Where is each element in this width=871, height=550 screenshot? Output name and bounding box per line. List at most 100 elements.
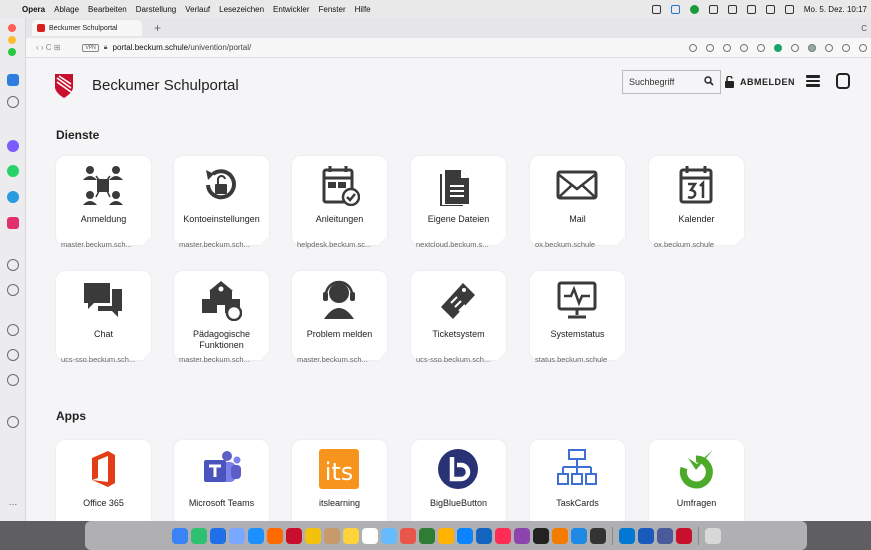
- battery-saver-icon[interactable]: [842, 43, 850, 52]
- player-icon[interactable]: [7, 259, 19, 271]
- portal-tile-umfragen[interactable]: Umfragen: [649, 440, 744, 521]
- hamburger-menu-icon[interactable]: [806, 75, 820, 87]
- dock-app-icon[interactable]: [399, 527, 416, 544]
- dock-app-icon[interactable]: [551, 527, 568, 544]
- dock-app-icon[interactable]: [323, 527, 340, 544]
- dock-app-icon[interactable]: [285, 527, 302, 544]
- menu-item-entwickler[interactable]: Entwickler: [273, 5, 309, 14]
- wifi-icon[interactable]: [746, 4, 756, 14]
- tab-active[interactable]: Beckumer Schulportal: [32, 20, 142, 36]
- menu-item-ablage[interactable]: Ablage: [54, 5, 79, 14]
- portal-tile-anleitungen[interactable]: Anleitungen helpdesk.beckum.sc...: [292, 156, 394, 252]
- portal-tile-taskcards[interactable]: TaskCards: [530, 440, 625, 521]
- portal-tile-pädagogische-funktionen[interactable]: Pädagogische Funktionen master.beckum.sch…: [174, 271, 276, 367]
- close-window-icon[interactable]: [8, 24, 16, 32]
- dock-app-icon[interactable]: [304, 527, 321, 544]
- status-icon[interactable]: [708, 4, 718, 14]
- dock-app-icon[interactable]: [209, 527, 226, 544]
- dock-app-icon[interactable]: [637, 527, 654, 544]
- school-logo-icon[interactable]: [54, 73, 74, 99]
- extension-icon[interactable]: [774, 43, 782, 52]
- portal-tile-problem-melden[interactable]: Problem melden master.beckum.sch...: [292, 271, 394, 367]
- more-icon[interactable]: …: [7, 496, 19, 508]
- menu-item-darstellung[interactable]: Darstellung: [136, 5, 176, 14]
- battery-icon[interactable]: [765, 4, 775, 14]
- camera-icon[interactable]: [706, 43, 714, 52]
- zoom-window-icon[interactable]: [8, 48, 16, 56]
- portal-tile-itslearning[interactable]: its itslearning: [292, 440, 387, 521]
- url-field[interactable]: portal.beckum.schule/univention/portal/: [113, 43, 252, 52]
- dock-app-icon[interactable]: [656, 527, 673, 544]
- portal-tile-mail[interactable]: Mail ox.beckum.schule: [530, 156, 632, 252]
- portal-tile-systemstatus[interactable]: Systemstatus status.beckum.schule: [530, 271, 632, 367]
- download-icon[interactable]: [825, 43, 833, 52]
- play-icon[interactable]: [740, 43, 748, 52]
- portal-tile-eigene-dateien[interactable]: Eigene Dateien nextcloud.beckum.s...: [411, 156, 513, 252]
- dock-app-icon[interactable]: [190, 527, 207, 544]
- dock-app-icon[interactable]: [266, 527, 283, 544]
- status-icon[interactable]: [727, 4, 737, 14]
- dock-app-icon[interactable]: [380, 527, 397, 544]
- menubar-clock[interactable]: Mo. 5. Dez. 10:17: [804, 5, 867, 14]
- dock-app-icon[interactable]: [675, 527, 692, 544]
- dock-app-icon[interactable]: [437, 527, 454, 544]
- whatsapp-icon[interactable]: [7, 165, 19, 177]
- block-icon[interactable]: [723, 43, 731, 52]
- dock-app-icon[interactable]: [513, 527, 530, 544]
- heart-icon[interactable]: [7, 324, 19, 336]
- send-icon[interactable]: [7, 284, 19, 296]
- new-tab-button[interactable]: +: [154, 21, 161, 35]
- menu-item-verlauf[interactable]: Verlauf: [185, 5, 210, 14]
- back-forward-reload-icons[interactable]: ‹ › C ⊞: [36, 43, 60, 52]
- menu-item-lesezeichen[interactable]: Lesezeichen: [219, 5, 264, 14]
- history-icon[interactable]: [7, 349, 19, 361]
- search-input[interactable]: Suchbegriff: [622, 70, 721, 94]
- portal-tile-bigbluebutton[interactable]: BigBlueButton: [411, 440, 506, 521]
- heart-icon[interactable]: [757, 43, 765, 52]
- tab-menu-icon[interactable]: C: [861, 24, 867, 33]
- shield-icon[interactable]: [791, 43, 799, 52]
- umc-icon[interactable]: [836, 73, 850, 89]
- portal-tile-ticketsystem[interactable]: Ticketsystem ucs-sso.beckum.sch...: [411, 271, 513, 367]
- dock-app-icon[interactable]: [361, 527, 378, 544]
- minimize-window-icon[interactable]: [8, 36, 16, 44]
- dock-app-icon[interactable]: [532, 527, 549, 544]
- portal-tile-kalender[interactable]: Kalender ox.beckum.schule: [649, 156, 751, 252]
- profile-icon[interactable]: [808, 43, 816, 52]
- pinboard-icon[interactable]: [7, 416, 19, 428]
- dock-app-icon[interactable]: [494, 527, 511, 544]
- messenger-icon[interactable]: [7, 140, 19, 152]
- portal-tile-microsoft-teams[interactable]: Microsoft Teams: [174, 440, 269, 521]
- menu-item-hilfe[interactable]: Hilfe: [355, 5, 371, 14]
- spotlight-icon[interactable]: [784, 4, 794, 14]
- snapshot-icon[interactable]: [689, 43, 697, 52]
- dock-app-icon[interactable]: [475, 527, 492, 544]
- menu-icon[interactable]: [859, 43, 867, 52]
- portal-tile-office-365[interactable]: Office 365: [56, 440, 151, 521]
- status-icon[interactable]: [670, 4, 680, 14]
- dock-app-icon[interactable]: [456, 527, 473, 544]
- star-icon[interactable]: [7, 96, 19, 108]
- menu-app-name[interactable]: Opera: [22, 5, 45, 14]
- vpn-badge[interactable]: VPN: [82, 43, 99, 52]
- logout-button[interactable]: ABMELDEN: [724, 73, 795, 91]
- portal-tile-chat[interactable]: Chat ucs-sso.beckum.sch...: [56, 271, 158, 367]
- dock-app-icon[interactable]: [171, 527, 188, 544]
- dock-app-icon[interactable]: [589, 527, 606, 544]
- instagram-icon[interactable]: [7, 217, 19, 229]
- dock-app-icon[interactable]: [618, 527, 635, 544]
- dock-app-icon[interactable]: [228, 527, 245, 544]
- telegram-icon[interactable]: [7, 191, 19, 203]
- portal-tile-kontoeinstellungen[interactable]: Kontoeinstellungen master.beckum.sch...: [174, 156, 276, 252]
- portal-tile-anmeldung[interactable]: Anmeldung master.beckum.sch...: [56, 156, 158, 252]
- home-icon[interactable]: [7, 74, 19, 86]
- status-icon[interactable]: [651, 4, 661, 14]
- dock-app-icon[interactable]: [247, 527, 264, 544]
- search-icon[interactable]: [704, 76, 714, 86]
- dock-app-icon[interactable]: [342, 527, 359, 544]
- dock-app-icon[interactable]: [570, 527, 587, 544]
- status-icon[interactable]: [689, 4, 699, 14]
- dock-app-icon[interactable]: [418, 527, 435, 544]
- settings-icon[interactable]: [7, 374, 19, 386]
- dock-app-icon[interactable]: [704, 527, 721, 544]
